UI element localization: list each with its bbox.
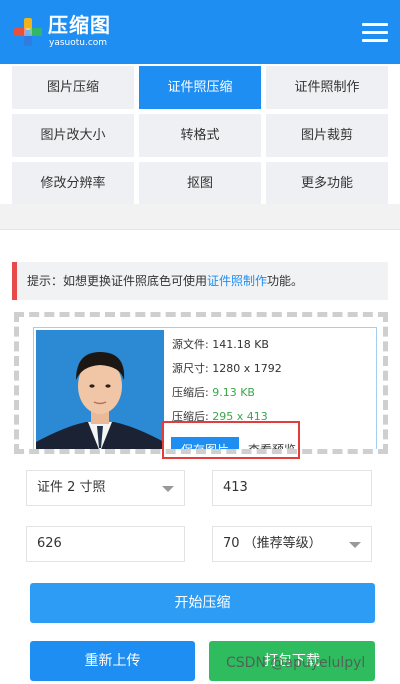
info-compressed-dimensions: 压缩后: 295 x 413 xyxy=(172,408,268,424)
reupload-button[interactable]: 重新上传 xyxy=(30,641,195,681)
info-label: 压缩后: xyxy=(172,386,209,399)
top-header: 压缩图 yasuotu.com xyxy=(0,0,400,64)
info-value: 141.18 KB xyxy=(212,338,269,351)
tip-banner: 提示：如想更换证件照底色可使用证件照制作功能。 xyxy=(12,262,388,300)
info-value: 9.13 KB xyxy=(212,386,255,399)
nav-image-crop[interactable]: 图片裁剪 xyxy=(266,114,388,157)
chevron-down-icon xyxy=(162,486,174,492)
nav-cutout[interactable]: 抠图 xyxy=(139,162,261,205)
nav-convert-format[interactable]: 转格式 xyxy=(139,114,261,157)
view-preview-button[interactable]: 查看预览 xyxy=(239,437,305,449)
info-source-size: 源尺寸: 1280 x 1792 xyxy=(172,360,282,376)
id-photo-thumbnail xyxy=(36,330,164,449)
site-logo-title[interactable]: 压缩图 xyxy=(48,14,111,36)
quality-value: 70 （推荐等级） xyxy=(223,536,322,551)
nav-change-resolution[interactable]: 修改分辨率 xyxy=(12,162,134,205)
tip-text: 提示：如想更换证件照底色可使用 xyxy=(27,274,208,288)
height-input[interactable]: 413 xyxy=(212,470,372,506)
info-label: 压缩后: xyxy=(172,410,209,423)
hamburger-menu-icon[interactable] xyxy=(362,22,388,42)
tip-suffix: 功能。 xyxy=(267,274,304,288)
tool-nav-grid: 图片压缩 证件照压缩 证件照制作 图片改大小 转格式 图片裁剪 修改分辨率 抠图… xyxy=(0,64,400,205)
info-value: 295 x 413 xyxy=(212,410,268,423)
nav-more-features[interactable]: 更多功能 xyxy=(266,162,388,205)
section-divider xyxy=(0,204,400,230)
nav-image-compress[interactable]: 图片压缩 xyxy=(12,66,134,109)
save-image-button[interactable]: 保存图片 xyxy=(171,437,239,449)
download-button[interactable]: 打包下载 xyxy=(209,641,375,681)
start-compress-button[interactable]: 开始压缩 xyxy=(30,583,375,623)
plus-cross-logo-icon[interactable] xyxy=(14,18,42,46)
nav-id-photo-compress[interactable]: 证件照压缩 xyxy=(139,66,261,109)
info-compressed-filesize: 压缩后: 9.13 KB xyxy=(172,384,255,400)
upload-drop-zone[interactable]: 源文件: 141.18 KB 源尺寸: 1280 x 1792 压缩后: 9.1… xyxy=(14,312,388,454)
quality-select[interactable]: 70 （推荐等级） xyxy=(212,526,372,562)
chevron-down-icon xyxy=(349,542,361,548)
result-card: 源文件: 141.18 KB 源尺寸: 1280 x 1792 压缩后: 9.1… xyxy=(33,327,377,449)
info-label: 源尺寸: xyxy=(172,362,209,375)
nav-id-photo-make[interactable]: 证件照制作 xyxy=(266,66,388,109)
site-domain: yasuotu.com xyxy=(49,38,108,48)
info-source-file: 源文件: 141.18 KB xyxy=(172,336,269,352)
size-preset-select[interactable]: 证件 2 寸照 xyxy=(26,470,185,506)
nav-image-resize[interactable]: 图片改大小 xyxy=(12,114,134,157)
info-label: 源文件: xyxy=(172,338,209,351)
portrait-illustration xyxy=(36,330,164,449)
size-preset-value: 证件 2 寸照 xyxy=(37,480,106,495)
info-value: 1280 x 1792 xyxy=(212,362,282,375)
tip-link-id-photo-make[interactable]: 证件照制作 xyxy=(207,274,267,288)
width-input[interactable]: 626 xyxy=(26,526,185,562)
